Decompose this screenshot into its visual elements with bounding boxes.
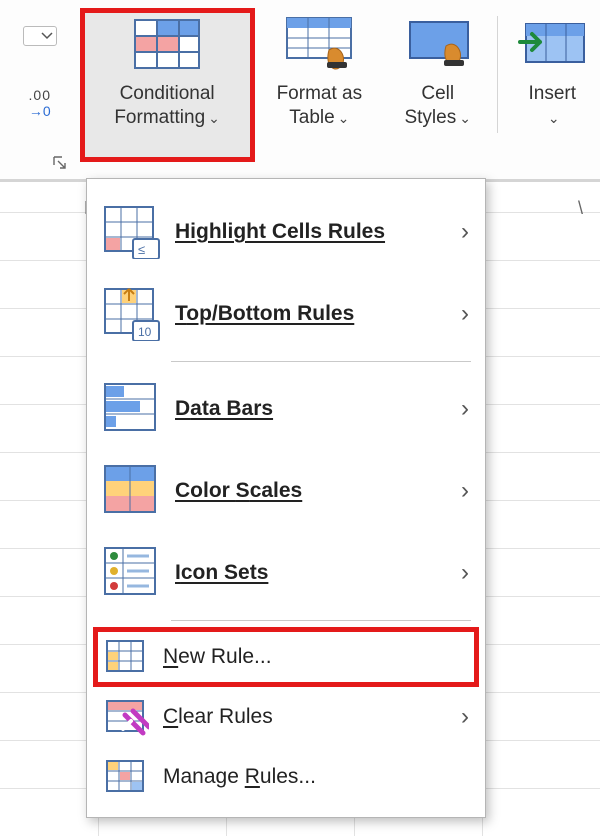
menu-item-label: Clear Rules [163,705,273,729]
menu-item-label: Data Bars [175,397,273,421]
menu-clear-rules[interactable]: Clear Rules › [93,687,479,747]
decrease-decimal-button[interactable]: .00 →0 [29,88,51,118]
highlight-cells-rules-icon: ≤ [103,205,161,259]
submenu-arrow-icon: › [461,703,469,731]
conditional-formatting-menu: ≤ Highlight Cells Rules › 10 Top/Bottom … [86,178,486,818]
chevron-down-icon: ⌄ [208,110,220,126]
color-scales-icon [103,464,161,518]
menu-item-label: New Rule... [163,645,272,669]
decrease-decimal-icon: .00 [29,88,51,102]
submenu-arrow-icon: › [461,218,469,246]
chevron-down-icon: ⌄ [338,110,350,126]
dialog-launcher-button[interactable] [50,153,70,173]
menu-highlight-cells-rules[interactable]: ≤ Highlight Cells Rules › [93,191,479,273]
submenu-arrow-icon: › [461,477,469,505]
chevron-down-icon [41,31,53,41]
chevron-down-icon: ⌄ [459,110,471,126]
conditional-formatting-button[interactable]: Conditional Formatting⌄ [80,8,255,162]
menu-new-rule[interactable]: New Rule... [93,627,479,687]
number-format-dropdown[interactable] [23,26,57,46]
clear-rules-icon [103,697,149,737]
svg-text:10: 10 [138,325,152,339]
manage-rules-icon [103,757,149,797]
cell-styles-label: Cell Styles⌄ [390,82,485,130]
menu-item-label: Top/Bottom Rules [175,302,354,326]
top-bottom-rules-icon: 10 [103,287,161,341]
menu-item-label: Icon Sets [175,561,268,585]
menu-item-label: Highlight Cells Rules [175,220,385,244]
arrow-right-icon: →0 [29,104,51,118]
submenu-arrow-icon: › [461,300,469,328]
menu-top-bottom-rules[interactable]: 10 Top/Bottom Rules › [93,273,479,355]
menu-manage-rules[interactable]: Manage Rules... [93,747,479,807]
insert-cells-icon [516,16,588,72]
menu-data-bars[interactable]: Data Bars › [93,368,479,450]
submenu-arrow-icon: › [461,559,469,587]
number-group-fragment: .00 →0 [0,8,80,118]
cell-styles-icon [402,16,474,72]
menu-icon-sets[interactable]: Icon Sets › [93,532,479,614]
cell-styles-button[interactable]: Cell Styles⌄ [384,8,491,162]
menu-item-label: Color Scales [175,479,302,503]
group-separator [497,16,498,133]
dialog-launcher-icon [52,155,68,171]
icon-sets-icon [103,546,161,600]
conditional-formatting-label: Conditional Formatting⌄ [86,82,249,130]
format-as-table-button[interactable]: Format as Table⌄ [255,8,384,162]
menu-separator [171,620,471,621]
insert-cells-button[interactable]: Insert⌄ [504,8,600,162]
ribbon: .00 →0 Conditional Formatting⌄ [0,0,600,182]
menu-color-scales[interactable]: Color Scales › [93,450,479,532]
svg-text:≤: ≤ [138,242,145,257]
menu-separator [171,361,471,362]
submenu-arrow-icon: › [461,395,469,423]
menu-item-label: Manage Rules... [163,765,316,789]
format-as-table-icon [283,16,355,72]
new-rule-icon [103,637,149,677]
insert-cells-label: Insert⌄ [528,82,576,130]
conditional-formatting-icon [131,16,203,72]
column-header: \ [578,198,583,219]
chevron-down-icon: ⌄ [548,110,560,126]
format-as-table-label: Format as Table⌄ [261,82,378,130]
data-bars-icon [103,382,161,436]
